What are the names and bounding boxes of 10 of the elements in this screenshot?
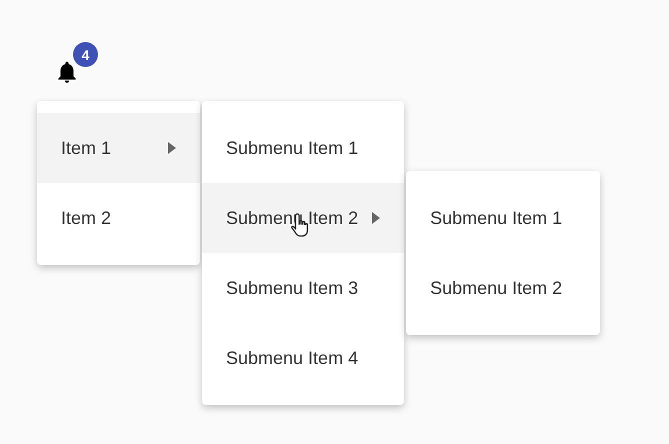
caret-icon — [372, 212, 380, 224]
menu-item[interactable]: Submenu Item 3 — [202, 253, 404, 323]
caret-icon — [168, 142, 176, 154]
menu-item[interactable]: Submenu Item 1 — [202, 113, 404, 183]
menu-item[interactable]: Submenu Item 2 — [406, 253, 600, 323]
menu-item[interactable]: Submenu Item 4 — [202, 323, 404, 393]
menu-item[interactable]: Item 1 — [37, 113, 200, 183]
menu-item[interactable]: Submenu Item 1 — [406, 183, 600, 253]
menu-item[interactable]: Item 2 — [37, 183, 200, 253]
notification-badge: 4 — [73, 42, 98, 67]
